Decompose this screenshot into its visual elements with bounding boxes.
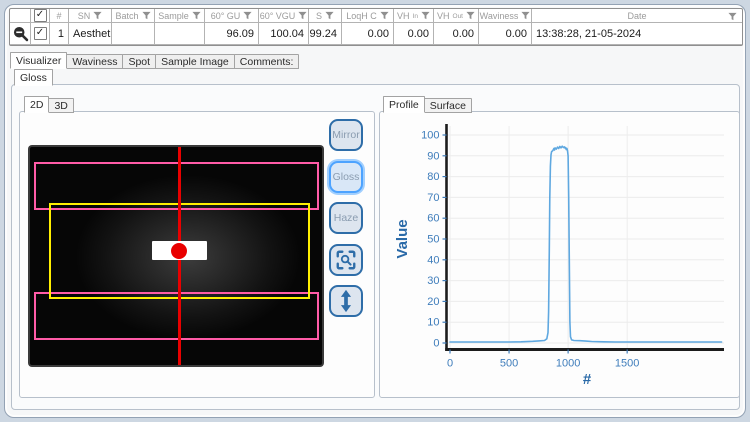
cell-loqh: 0.00 xyxy=(342,23,394,45)
profile-line-chart[interactable]: 0102030405060708090100050010001500Value# xyxy=(380,112,739,397)
tab-gloss[interactable]: Gloss xyxy=(14,69,53,86)
cell-60vgu: 100.04 xyxy=(259,23,309,45)
filter-icon[interactable] xyxy=(93,11,102,20)
cell-num: 1 xyxy=(50,23,69,45)
cell-date: 13:38:28, 21-05-2024 xyxy=(532,23,742,45)
svg-text:100: 100 xyxy=(421,130,439,142)
cell-sn: Aesthetix xyxy=(69,23,112,45)
svg-text:70: 70 xyxy=(427,192,439,204)
filter-icon[interactable] xyxy=(380,11,389,20)
cell-sample xyxy=(155,23,205,45)
tab-visualizer[interactable]: Visualizer xyxy=(10,52,67,69)
tab-2d[interactable]: 2D xyxy=(24,96,49,113)
header-expander xyxy=(10,9,31,23)
header-vh-out[interactable]: VHOut xyxy=(434,9,479,23)
svg-text:Value: Value xyxy=(394,219,411,258)
main-tab-strip: Visualizer Waviness Spot Sample Image Co… xyxy=(10,52,299,69)
filter-icon[interactable] xyxy=(466,11,475,20)
svg-text:80: 80 xyxy=(427,171,439,183)
cell-60gu: 96.09 xyxy=(205,23,259,45)
svg-text:30: 30 xyxy=(427,275,439,287)
tab-comments[interactable]: Comments: xyxy=(234,54,300,69)
vertical-stretch-button[interactable] xyxy=(329,285,363,317)
visualizer-toolbar: Mirror Gloss Haze xyxy=(329,119,363,317)
filter-icon[interactable] xyxy=(298,11,307,20)
haze-button[interactable]: Haze xyxy=(329,202,363,234)
svg-text:0: 0 xyxy=(447,358,453,370)
row-select-cell[interactable] xyxy=(31,23,50,45)
tab-sample-image[interactable]: Sample Image xyxy=(155,54,235,69)
filter-icon[interactable] xyxy=(142,11,151,20)
cell-vh-in: 0.00 xyxy=(394,23,434,45)
cell-batch xyxy=(112,23,155,45)
roi-pink-bottom xyxy=(34,292,319,340)
sample-visualization-image[interactable] xyxy=(30,147,322,365)
center-marker-dot xyxy=(171,243,187,259)
zoom-fit-icon xyxy=(335,249,357,271)
tab-waviness[interactable]: Waviness xyxy=(66,54,123,69)
header-sample[interactable]: Sample xyxy=(155,9,205,23)
sub-tab-strip: Gloss xyxy=(14,69,53,86)
header-60gu[interactable]: 60° GU xyxy=(205,9,259,23)
svg-text:0: 0 xyxy=(433,338,439,350)
header-loqh[interactable]: LoqH C xyxy=(342,9,394,23)
select-all-checkbox[interactable] xyxy=(34,9,47,22)
header-s[interactable]: S xyxy=(309,9,342,23)
svg-text:10: 10 xyxy=(427,317,439,329)
filter-icon[interactable] xyxy=(325,11,334,20)
cell-waviness: 0.00 xyxy=(479,23,532,45)
svg-text:1500: 1500 xyxy=(615,358,639,370)
svg-text:500: 500 xyxy=(500,358,518,370)
gloss-button[interactable]: Gloss xyxy=(329,161,363,193)
tab-3d[interactable]: 3D xyxy=(48,98,73,113)
chart-tab-strip: Profile Surface xyxy=(383,96,472,113)
results-table: # SN Batch Sample 60° GU 60° VGU S LoqH … xyxy=(9,8,743,46)
tab-surface[interactable]: Surface xyxy=(424,98,472,113)
filter-icon[interactable] xyxy=(421,11,430,20)
tab-profile[interactable]: Profile xyxy=(383,96,425,113)
zoom-out-icon xyxy=(12,25,29,42)
svg-text:1000: 1000 xyxy=(556,358,580,370)
header-waviness[interactable]: Waviness xyxy=(479,9,532,23)
vertical-stretch-icon xyxy=(336,289,356,313)
filter-icon[interactable] xyxy=(728,12,737,21)
header-batch[interactable]: Batch xyxy=(112,9,155,23)
header-num[interactable]: # xyxy=(50,9,69,23)
mirror-button[interactable]: Mirror xyxy=(329,119,363,151)
header-date[interactable]: Date xyxy=(532,9,742,23)
row-checkbox[interactable] xyxy=(34,27,47,40)
visualizer-panel: Mirror Gloss Haze xyxy=(19,111,375,398)
cell-vh-out: 0.00 xyxy=(434,23,479,45)
header-vh-in[interactable]: VHIn xyxy=(394,9,434,23)
header-60vgu[interactable]: 60° VGU xyxy=(259,9,309,23)
row-collapse-button[interactable] xyxy=(10,23,31,45)
svg-text:40: 40 xyxy=(427,254,439,266)
svg-text:#: # xyxy=(583,371,592,388)
filter-icon[interactable] xyxy=(192,11,201,20)
app-window: # SN Batch Sample 60° GU 60° VGU S LoqH … xyxy=(4,4,746,418)
tab-spot[interactable]: Spot xyxy=(122,54,156,69)
svg-text:20: 20 xyxy=(427,296,439,308)
svg-text:60: 60 xyxy=(427,213,439,225)
zoom-fit-button[interactable] xyxy=(329,244,363,276)
profile-chart-panel: 0102030405060708090100050010001500Value# xyxy=(379,111,740,398)
filter-icon[interactable] xyxy=(243,11,252,20)
cell-s: 99.24 xyxy=(309,23,342,45)
header-sn[interactable]: SN xyxy=(69,9,112,23)
header-select-all[interactable] xyxy=(31,9,50,23)
filter-icon[interactable] xyxy=(521,11,530,20)
view-tab-strip: 2D 3D xyxy=(24,96,74,113)
svg-text:50: 50 xyxy=(427,234,439,246)
svg-text:90: 90 xyxy=(427,150,439,162)
